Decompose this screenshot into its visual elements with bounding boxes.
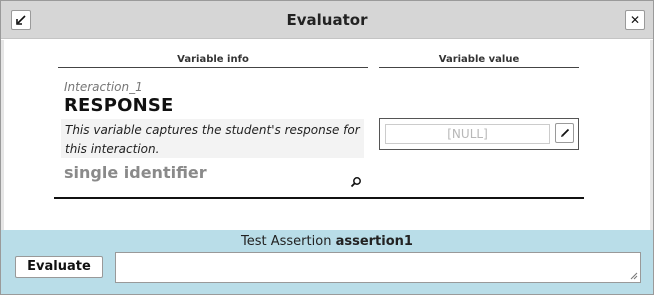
variable-name: RESPONSE	[64, 95, 174, 116]
dialog-title: Evaluator	[286, 11, 368, 29]
title-bar: Evaluator ✕	[1, 1, 653, 39]
variable-description: This variable captures the student's res…	[61, 119, 364, 158]
assertion-name: assertion1	[335, 234, 413, 249]
magnifier-icon	[350, 177, 361, 188]
evaluate-button[interactable]: Evaluate	[15, 256, 103, 278]
variable-info-header: Variable info	[58, 54, 368, 68]
edit-value-button[interactable]	[555, 123, 574, 143]
pencil-icon	[560, 128, 569, 137]
interaction-id: Interaction_1	[64, 80, 143, 94]
resize-handle-icon[interactable]	[630, 272, 638, 280]
assertion-footer: Test Assertion assertion1 Evaluate	[1, 230, 653, 294]
assertion-label: Test Assertion assertion1	[1, 234, 653, 249]
close-icon: ✕	[629, 13, 641, 27]
assertion-prefix: Test Assertion	[241, 234, 332, 249]
variable-value-field[interactable]: [NULL]	[385, 124, 550, 144]
variable-value-header: Variable value	[379, 54, 579, 68]
variables-panel: Variable info Variable value Interaction…	[1, 40, 653, 230]
variable-value-box: [NULL]	[379, 118, 579, 150]
assertion-input[interactable]	[115, 252, 641, 283]
zoom-button[interactable]	[350, 173, 362, 188]
section-divider	[54, 197, 584, 199]
close-button[interactable]: ✕	[625, 10, 645, 30]
evaluator-dialog: Evaluator ✕ Variable info Variable value…	[0, 0, 654, 295]
variable-type: single identifier	[64, 163, 207, 182]
